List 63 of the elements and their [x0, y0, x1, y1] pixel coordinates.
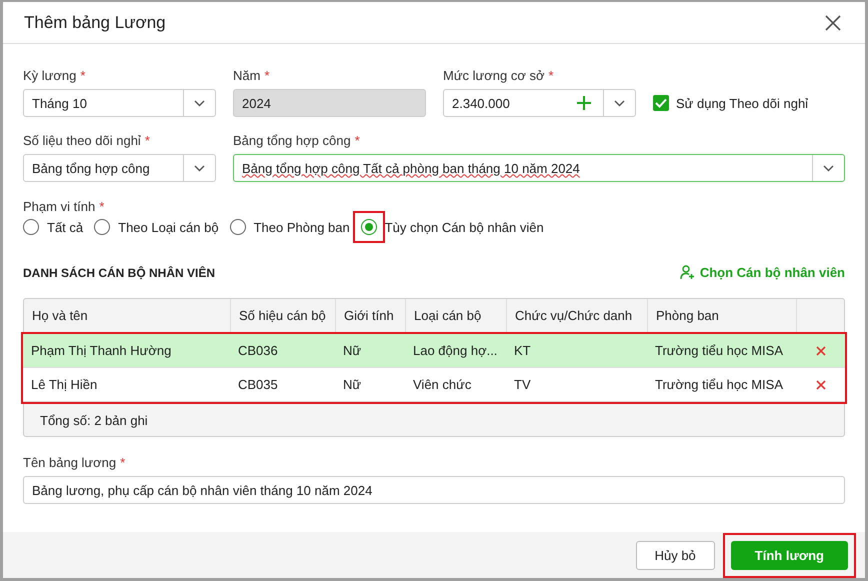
table-cell-text: Trường tiểu học MISA: [654, 376, 784, 394]
field-label: Năm: [233, 68, 260, 83]
caret-icon[interactable]: [194, 164, 205, 172]
required-mark: *: [144, 133, 150, 148]
table-cell-text: Lê Thị Hiền: [30, 376, 98, 394]
table-row[interactable]: Phạm Thị Thanh Hường CB036 Nữ Lao động hợ... KT Trường tiểu học MISA: [23, 334, 845, 368]
required-mark: *: [99, 199, 104, 214]
radio-button[interactable]: [360, 219, 377, 235]
plus-icon[interactable]: [577, 96, 591, 110]
add-person-icon[interactable]: [680, 265, 695, 280]
table-cell-text: KT: [513, 342, 532, 360]
select-field[interactable]: 2.340.000: [443, 89, 636, 117]
checkbox-label: Sử dụng Theo dõi nghỉ: [676, 96, 808, 110]
select-field: 2024: [233, 89, 426, 117]
radio-label[interactable]: Tất cả: [47, 220, 84, 234]
required-mark: *: [120, 455, 126, 470]
table-cell-text: CB036: [237, 342, 279, 360]
table-cell-text: Trường tiểu học MISA: [654, 342, 784, 360]
input-field[interactable]: Bảng lương, phụ cấp cán bộ nhân viên tháng 10 năm 2024: [23, 476, 845, 504]
table-cell-text: CB035: [237, 376, 279, 394]
field-label: Số liệu theo dõi nghỉ: [23, 133, 141, 148]
column-header: Chức vụ/Chức danh: [507, 299, 648, 332]
caret-icon[interactable]: [614, 100, 625, 106]
field-label: Mức lương cơ sở: [443, 68, 544, 83]
radio-button[interactable]: [94, 219, 110, 235]
select-field[interactable]: Bảng tổng hợp công Tất cả phòng ban tháng 10 năm 2024: [233, 154, 845, 182]
caret-icon[interactable]: [194, 100, 205, 106]
table-row[interactable]: Lê Thị Hiền CB035 Nữ Viên chức TV Trường tiểu học MISA: [23, 368, 845, 402]
required-mark: *: [354, 133, 360, 148]
delete-icon[interactable]: [816, 380, 826, 390]
table-cell-text: TV: [513, 376, 532, 394]
radio-label[interactable]: Theo Loại cán bộ: [118, 220, 219, 234]
dialog-title: Thêm bảng Lương: [24, 12, 166, 32]
select-field[interactable]: Bảng tổng hợp công: [23, 154, 216, 182]
section-title: DANH SÁCH CÁN BỘ NHÂN VIÊN: [23, 266, 216, 280]
field-label: Phạm vi tính: [23, 199, 96, 214]
table-cell-text: Nữ: [342, 342, 362, 360]
record-count: Tổng số: 2 bản ghi: [40, 412, 148, 428]
required-mark: *: [80, 68, 86, 83]
select-field[interactable]: Tháng 10: [23, 89, 216, 117]
cancel-button[interactable]: Hủy bỏ: [636, 540, 715, 570]
radio-button[interactable]: [230, 219, 246, 235]
column-header: Phòng ban: [648, 299, 797, 332]
table-cell-text: Phạm Thị Thanh Hường: [30, 342, 172, 360]
radio-button[interactable]: [23, 219, 39, 235]
required-mark: *: [264, 68, 270, 83]
column-header: Số hiệu cán bộ: [231, 299, 336, 332]
field-label: Bảng tổng hợp công: [233, 133, 351, 148]
column-header: Họ và tên: [24, 299, 231, 332]
table-cell-text: Nữ: [342, 376, 362, 394]
close-icon[interactable]: [825, 14, 841, 30]
column-header: Giới tính: [336, 299, 406, 332]
radio-label[interactable]: Tùy chọn Cán bộ nhân viên: [384, 220, 544, 234]
table-cell-text: Viên chức: [412, 376, 472, 394]
delete-icon[interactable]: [816, 346, 826, 356]
caret-icon[interactable]: [823, 164, 834, 172]
field-label: Kỳ lương: [23, 68, 76, 83]
table-cell-text: Lao động hợ...: [412, 342, 498, 360]
radio-label[interactable]: Theo Phòng ban: [254, 220, 350, 234]
field-label: Tên bảng lương: [23, 455, 116, 470]
column-header: Loại cán bộ: [406, 299, 507, 332]
checkbox[interactable]: [653, 95, 669, 111]
required-mark: *: [548, 68, 554, 83]
